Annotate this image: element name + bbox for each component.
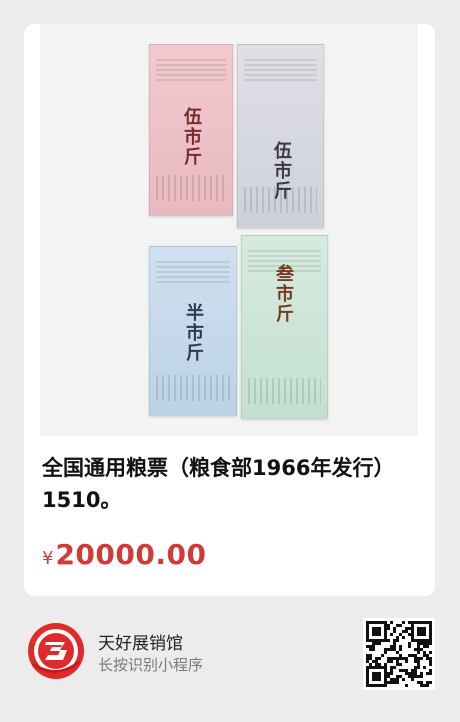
ticket-denomination: 半市斤 [183,303,204,363]
shop-name[interactable]: 天好展销馆 [98,629,183,654]
ticket-pattern [156,57,226,81]
ticket-pattern [156,375,230,401]
product-photo[interactable]: 伍市斤 伍市斤 半市斤 叁市斤 [40,24,418,436]
ticket-pattern [244,57,317,81]
ration-ticket-blue: 半市斤 [149,246,237,416]
currency-symbol: ¥ [42,548,54,569]
product-title[interactable]: 全国通用粮票（粮食部1966年发行）1510。 [42,452,420,516]
ticket-pattern [156,175,226,201]
price-amount: 20000.00 [55,538,207,571]
ticket-pattern [244,187,317,213]
ticket-denomination: 叁市斤 [273,264,294,324]
shop-subtitle: 长按识别小程序 [98,656,204,674]
ticket-pattern [156,259,230,283]
qr-code-icon[interactable] [363,618,435,690]
ration-ticket-green: 叁市斤 [241,235,328,419]
ration-ticket-gray: 伍市斤 [237,44,324,228]
product-card[interactable]: 伍市斤 伍市斤 半市斤 叁市斤 全国通用粮票（粮食部1966年发行）1510。 … [24,24,435,596]
ticket-denomination: 伍市斤 [181,107,202,167]
shop-logo-icon[interactable] [27,622,85,680]
mini-program-footer[interactable]: 天好展销馆 长按识别小程序 [0,600,460,722]
product-price: ¥ 20000.00 [42,538,206,571]
ticket-pattern [248,378,321,404]
ration-ticket-red: 伍市斤 [149,44,233,216]
